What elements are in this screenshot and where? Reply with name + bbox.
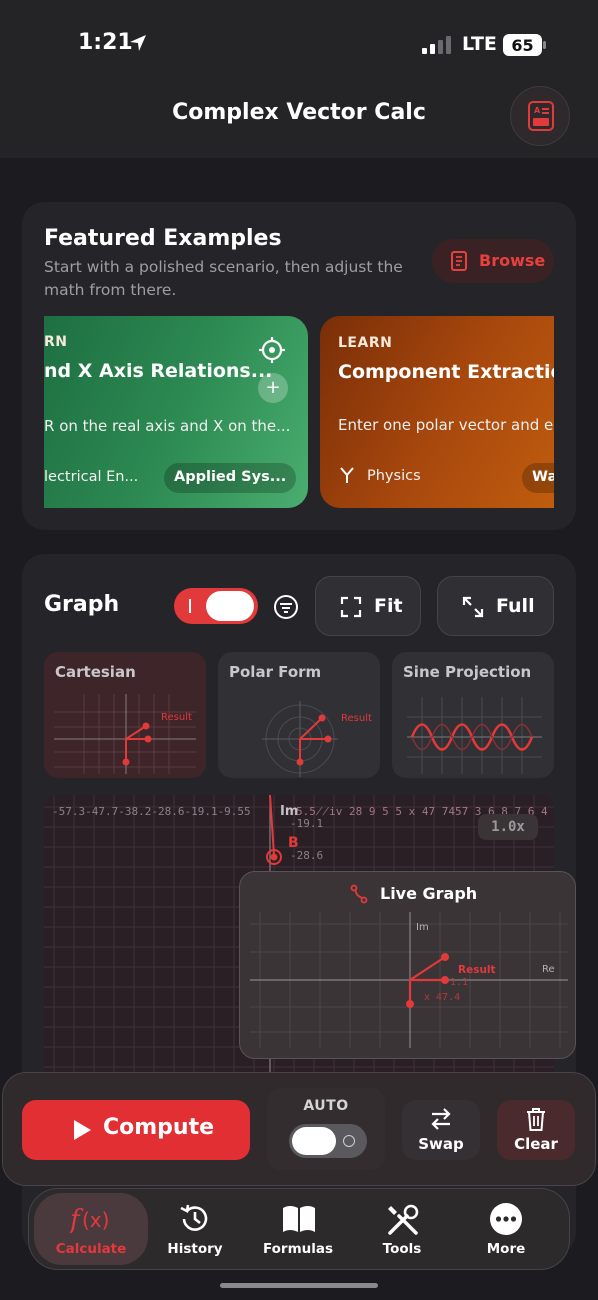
fit-label: Fit: [374, 595, 403, 617]
live-graph-title: Live Graph: [380, 884, 478, 903]
card-tag: LEARN: [338, 335, 393, 351]
tab-label: Tools: [382, 1241, 422, 1257]
card-pill: Applied Sys...: [164, 463, 297, 493]
live-readout: x 47.4: [424, 992, 460, 1003]
battery-icon: 65: [503, 34, 547, 56]
example-card[interactable]: LEARN Component Extraction Enter one pol…: [320, 316, 554, 508]
card-description: R on the real axis and X on the...: [44, 417, 291, 435]
tab-label: Calculate: [55, 1241, 127, 1257]
axis-ticks-top: -57.3-47.7-38.2-28.6-19.1-9.55: [52, 805, 251, 818]
card-title: Component Extraction: [338, 361, 554, 383]
toggle-knob: [206, 591, 254, 621]
tab-history[interactable]: History: [145, 1194, 245, 1264]
home-indicator: [220, 1283, 378, 1288]
trash-icon: [527, 1108, 545, 1131]
example-card[interactable]: RN nd X Axis Relations... + R on the rea…: [44, 316, 308, 508]
graph-toggle[interactable]: [174, 588, 258, 624]
tab-label: More: [486, 1241, 526, 1257]
polar-preview-icon: Result: [262, 701, 372, 777]
clear-button[interactable]: Clear: [497, 1100, 575, 1160]
auto-label: AUTO: [303, 1098, 349, 1114]
mode-label: Sine Projection: [403, 663, 532, 681]
tab-label: History: [167, 1241, 223, 1257]
svg-text:A: A: [534, 106, 541, 115]
y-tick: -28.6: [290, 849, 323, 862]
featured-carousel[interactable]: RN nd X Axis Relations... + R on the rea…: [44, 316, 554, 510]
mode-polar[interactable]: Polar Form Result: [218, 652, 380, 778]
mode-sine-projection[interactable]: Sine Projection: [392, 652, 554, 778]
compute-label: Compute: [103, 1115, 215, 1140]
play-icon: [74, 1120, 91, 1140]
y-tick: -19.1: [290, 817, 323, 830]
zoom-level-badge: 1.0x: [478, 814, 538, 840]
toggle-off-mark: [343, 1135, 355, 1147]
report-button[interactable]: A: [510, 86, 570, 146]
card-tag: RN: [44, 334, 68, 350]
card-category: Physics: [367, 468, 421, 484]
tab-label: Formulas: [262, 1241, 334, 1257]
swap-button[interactable]: Swap: [402, 1100, 480, 1160]
live-result-label: Result: [458, 964, 496, 976]
result-label: Result: [341, 713, 372, 724]
live-im-label: Im: [416, 922, 429, 933]
browse-label: Browse: [479, 251, 546, 270]
tab-tools[interactable]: Tools: [352, 1194, 452, 1264]
location-arrow-icon: [130, 35, 146, 51]
full-button[interactable]: Full: [437, 576, 554, 636]
filter-icon[interactable]: [273, 594, 299, 620]
mode-cartesian[interactable]: Cartesian Result: [44, 652, 206, 778]
history-icon: [180, 1204, 208, 1231]
page-title: Complex Vector Calc: [172, 100, 426, 125]
fit-icon: [340, 596, 362, 618]
svg-text:(x): (x): [82, 1208, 109, 1232]
cartesian-preview-icon: Result: [54, 694, 196, 774]
card-title: nd X Axis Relations...: [44, 360, 273, 382]
full-label: Full: [496, 595, 535, 617]
mode-label: Cartesian: [55, 663, 136, 681]
status-time: 1:21: [78, 30, 133, 55]
live-re-label: Re: [542, 964, 555, 975]
battery-level: 65: [511, 36, 534, 55]
add-icon[interactable]: +: [258, 373, 288, 403]
mode-label: Polar Form: [229, 663, 322, 681]
clear-label: Clear: [514, 1135, 558, 1153]
swap-icon: [431, 1108, 451, 1130]
tab-more[interactable]: More: [456, 1194, 556, 1264]
network-label: LTE: [462, 33, 497, 55]
cellular-signal-icon: [422, 36, 451, 54]
function-icon: f (x): [70, 1205, 109, 1235]
physics-icon: [340, 467, 354, 483]
report-icon: A: [528, 101, 554, 131]
card-category: lectrical En...: [44, 469, 139, 485]
expand-icon: [462, 596, 484, 618]
graph-line-icon: [350, 884, 368, 904]
sine-preview-icon: [407, 697, 542, 774]
card-description: Enter one polar vector and e: [338, 416, 554, 434]
toggle-knob: [292, 1127, 336, 1155]
featured-subtitle: Start with a polished scenario, then adj…: [44, 258, 403, 299]
tab-formulas[interactable]: Formulas: [248, 1194, 348, 1264]
browse-button[interactable]: Browse: [432, 239, 554, 283]
compute-button[interactable]: Compute: [22, 1100, 250, 1160]
result-label: Result: [161, 712, 192, 723]
more-icon: [490, 1203, 522, 1235]
target-icon[interactable]: [258, 336, 286, 364]
document-icon: [451, 251, 467, 271]
auto-toggle[interactable]: [289, 1124, 367, 1158]
card-pill: Wa: [522, 463, 554, 493]
book-icon: [283, 1206, 315, 1232]
live-readout: 1.1: [450, 977, 468, 988]
tools-icon: [388, 1204, 419, 1235]
toggle-on-mark: [189, 599, 191, 613]
tab-calculate[interactable]: f (x) Calculate: [41, 1194, 141, 1264]
graph-title: Graph: [44, 592, 120, 617]
swap-label: Swap: [418, 1135, 464, 1153]
fit-button[interactable]: Fit: [315, 576, 421, 636]
featured-title: Featured Examples: [44, 226, 282, 251]
